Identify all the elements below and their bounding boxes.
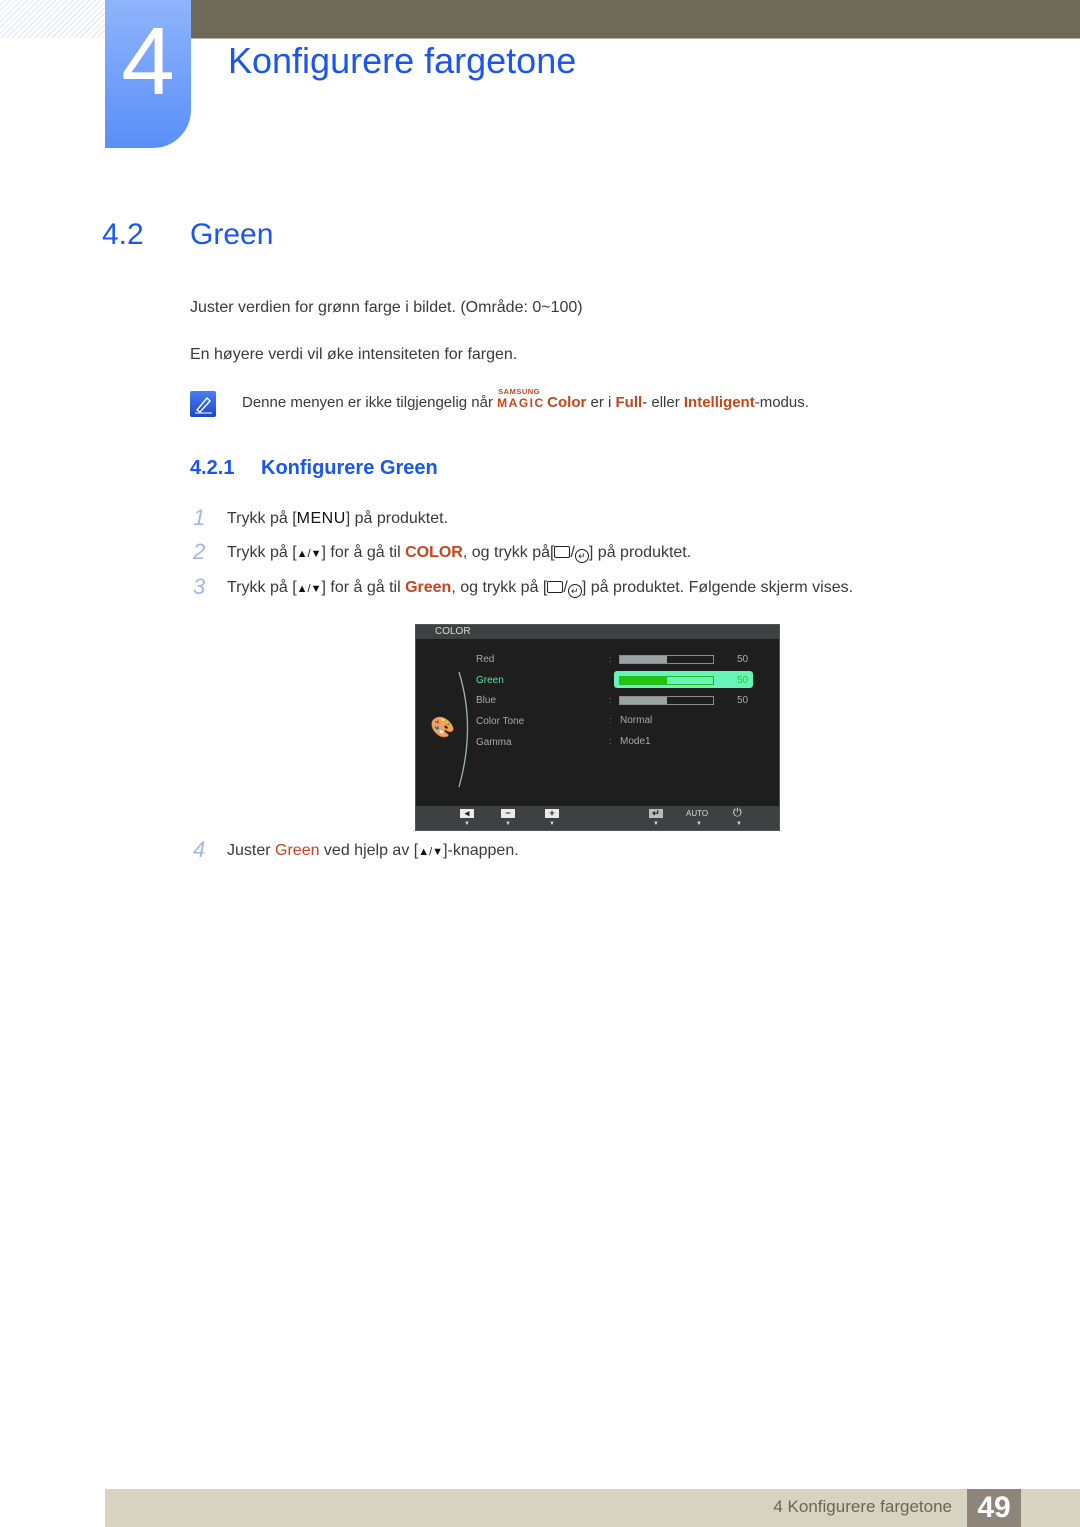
header-bar: [190, 0, 1080, 39]
osd-gamma-value: Mode1: [620, 736, 651, 747]
note-intelligent-word: Intelligent: [683, 394, 755, 411]
slider-fill: [620, 697, 667, 704]
palette-icon: 🎨: [430, 717, 455, 739]
enter-key-icon: ↵: [567, 584, 582, 598]
plus-icon[interactable]: +: [545, 809, 559, 818]
osd-colon: :: [609, 695, 612, 705]
step-text-part: Trykk på [: [227, 579, 297, 596]
down-marker-icon: ▼: [653, 821, 659, 827]
key-separator: /: [563, 579, 568, 596]
up-down-arrow-key-icon: ▲/▼: [418, 846, 444, 858]
enter-key-icon: ↵: [574, 549, 589, 563]
note-color-word: Color: [547, 394, 587, 411]
osd-red-slider[interactable]: [619, 655, 714, 664]
slider-fill: [620, 677, 667, 684]
step-2-text: Trykk på [▲/▼] for å gå til COLOR, og tr…: [227, 544, 691, 563]
down-marker-icon: ▼: [505, 821, 511, 827]
step-highlight: COLOR: [405, 544, 463, 561]
section-number: 4.2: [102, 218, 144, 251]
up-down-arrow-key-icon: ▲/▼: [296, 583, 322, 595]
step-text-part: Trykk på [: [227, 544, 297, 561]
subsection-title: Konfigurere Green: [261, 457, 438, 479]
step-text-part: ] på produktet.: [345, 510, 449, 527]
osd-item-gamma[interactable]: Gamma: [476, 737, 512, 748]
osd-item-green[interactable]: Green: [476, 675, 504, 686]
osd-color-menu-screenshot: COLOR 🎨 Red : 50 Green : 50 Blue : 50 Co…: [415, 624, 780, 831]
osd-button-bar: ◂ ▼ − ▼ + ▼ ↵ ▼ AUTO ▼ ⏻ ▼: [416, 806, 779, 830]
step-3-text: Trykk på [▲/▼] for å gå til Green, og tr…: [227, 579, 853, 598]
step-number-3: 3: [193, 574, 206, 599]
subsection-number: 4.2.1: [190, 457, 235, 479]
chapter-title: Konfigurere fargetone: [228, 40, 577, 81]
osd-blue-slider[interactable]: [619, 696, 714, 705]
note-text: Denne menyen er ikke tilgjengelig når SA…: [242, 387, 809, 411]
note-text-before: Denne menyen er ikke tilgjengelig når: [242, 394, 498, 411]
note-text-mid2: - eller: [642, 394, 684, 411]
step-1-text: Trykk på [MENU] på produktet.: [227, 510, 448, 528]
step-highlight: Green: [405, 579, 452, 596]
step-text-part: , og trykk på[: [462, 544, 555, 561]
step-text-part: ] for å gå til: [321, 544, 406, 561]
chapter-tab: 4: [105, 0, 191, 148]
section-title: Green: [190, 218, 274, 251]
source-key-icon: [547, 581, 564, 593]
down-marker-icon: ▼: [696, 821, 702, 827]
osd-green-value: 50: [737, 675, 749, 686]
step-text-part: ved hjelp av [: [319, 842, 419, 859]
osd-item-color-tone[interactable]: Color Tone: [476, 716, 524, 727]
down-marker-icon: ▼: [464, 821, 470, 827]
step-number-1: 1: [193, 505, 206, 530]
osd-colon: :: [609, 715, 612, 725]
header-hatch-decoration: [0, 0, 105, 38]
osd-colon: :: [609, 675, 612, 685]
step-text-part: ] på produktet.: [588, 544, 692, 561]
source-key-icon: [554, 546, 571, 558]
osd-header: COLOR: [416, 625, 779, 639]
footer-chapter-title: 4 Konfigurere fargetone: [773, 1497, 952, 1516]
osd-blue-value: 50: [737, 695, 749, 706]
step-text-part: ] for å gå til: [321, 579, 406, 596]
step-text-part: ]-knappen.: [443, 842, 519, 859]
auto-button[interactable]: AUTO: [686, 809, 708, 818]
note-text-end: -modus.: [754, 394, 809, 411]
osd-item-blue[interactable]: Blue: [476, 695, 496, 706]
samsung-magic-logo: SAMSUNG MAGIC: [497, 387, 547, 410]
step-4-text: Juster Green ved hjelp av [▲/▼]-knappen.: [227, 842, 519, 860]
step-text-part: Juster: [227, 842, 276, 859]
slider-fill: [620, 656, 667, 663]
osd-colon: :: [609, 654, 612, 664]
down-marker-icon: ▼: [736, 821, 742, 827]
up-down-arrow-key-icon: ▲/▼: [296, 548, 322, 560]
down-marker-icon: ▼: [549, 821, 555, 827]
magic-logo-top: SAMSUNG: [498, 387, 540, 396]
enter-icon[interactable]: ↵: [649, 809, 663, 818]
minus-icon[interactable]: −: [501, 809, 515, 818]
step-text-part: Trykk på [: [227, 510, 297, 527]
step-text-part: ] på produktet. Følgende skjerm vises.: [581, 579, 854, 596]
page-number: 49: [967, 1489, 1021, 1527]
osd-item-red[interactable]: Red: [476, 654, 494, 665]
note-pencil-icon: [190, 391, 216, 417]
osd-title: COLOR: [435, 626, 471, 637]
step-number-4: 4: [193, 837, 206, 862]
osd-colon: :: [609, 736, 612, 746]
osd-green-slider[interactable]: [619, 676, 714, 685]
paragraph-intensity: En høyere verdi vil øke intensiteten for…: [190, 346, 518, 363]
paragraph-range: Juster verdien for grønn farge i bildet.…: [190, 299, 583, 316]
note-text-mid1: er i: [586, 394, 616, 411]
key-separator: /: [570, 544, 575, 561]
power-icon[interactable]: ⏻: [733, 807, 742, 820]
step-number-2: 2: [193, 539, 206, 564]
osd-color-tone-value: Normal: [620, 715, 653, 726]
step-highlight: Green: [275, 842, 320, 859]
magic-logo-bottom: MAGIC: [497, 396, 545, 410]
chapter-number: 4: [121, 8, 175, 115]
menu-key: MENU: [296, 510, 346, 527]
page-footer: 4 Konfigurere fargetone 49: [105, 1489, 1080, 1527]
osd-red-value: 50: [737, 654, 749, 665]
note-full-word: Full: [615, 394, 643, 411]
left-arrow-icon[interactable]: ◂: [460, 809, 474, 818]
step-text-part: , og trykk på [: [451, 579, 548, 596]
